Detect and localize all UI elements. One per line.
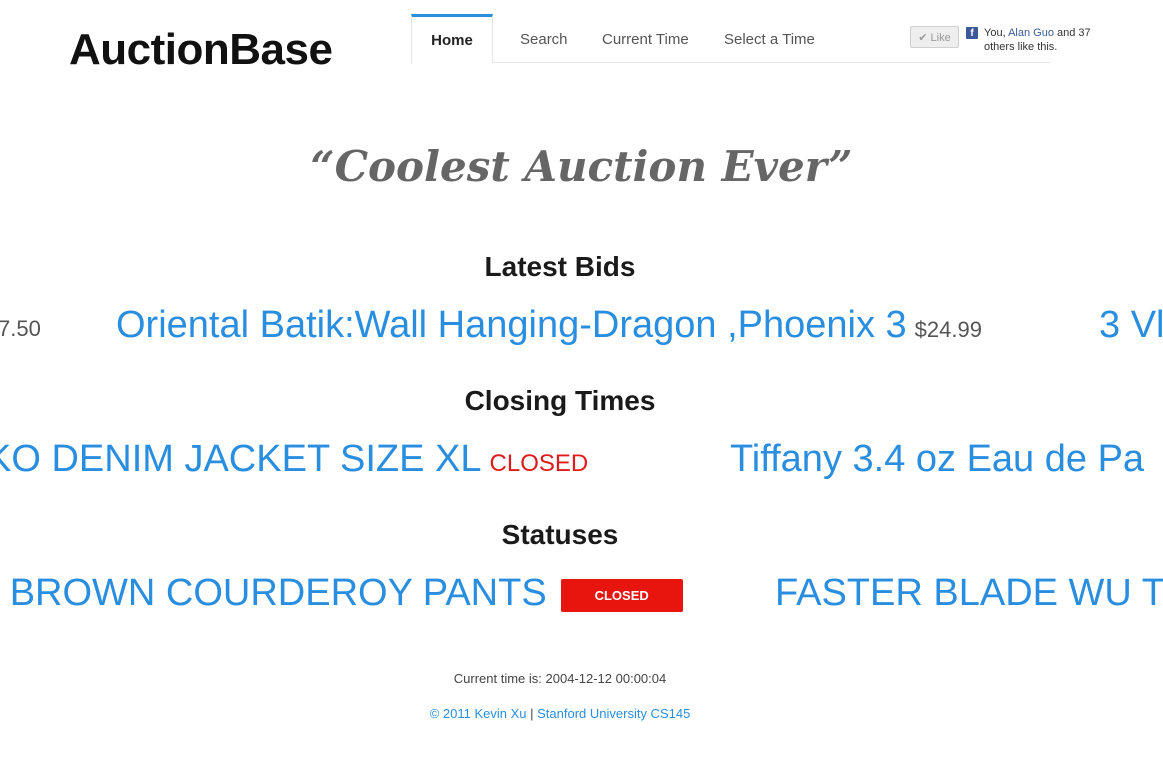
nav-tab-search[interactable]: Search bbox=[520, 14, 568, 62]
nav-tab-current-time[interactable]: Current Time bbox=[602, 14, 689, 62]
bid-price: $24.99 bbox=[914, 317, 982, 342]
university-link[interactable]: Stanford University CS145 bbox=[537, 706, 690, 721]
like-summary: You, Alan Guo and 37 others like this. bbox=[984, 26, 1114, 54]
nav-tab-home[interactable]: Home bbox=[411, 14, 493, 63]
bid-price: 7.50 bbox=[0, 316, 41, 341]
item-link[interactable]: 3 Vl bbox=[1099, 304, 1163, 346]
item-link[interactable]: KO DENIM JACKET SIZE XL bbox=[0, 438, 482, 480]
ticker-item: 2 BROWN COURDEROY PANTS CLOSED bbox=[0, 568, 683, 618]
closing-times-ticker: KO DENIM JACKET SIZE XL CLOSED Tiffany 3.… bbox=[0, 434, 1163, 484]
statuses-ticker: 2 BROWN COURDEROY PANTS CLOSED FASTER BLA… bbox=[0, 568, 1163, 618]
ticker-item: FASTER BLADE WU T bbox=[775, 568, 1163, 618]
like-button[interactable]: ✔ Like bbox=[910, 26, 959, 48]
item-link[interactable]: FASTER BLADE WU T bbox=[775, 572, 1163, 614]
like-prefix: You, bbox=[984, 27, 1009, 39]
nav-tab-select-time[interactable]: Select a Time bbox=[724, 14, 815, 62]
ticker-item: Oriental Batik:Wall Hanging-Dragon ,Phoe… bbox=[116, 300, 982, 350]
latest-bids-heading: Latest Bids bbox=[484, 251, 636, 282]
current-time-text: Current time is: 2004-12-12 00:00:04 bbox=[453, 671, 667, 686]
facebook-like-widget: ✔ Like f You, Alan Guo and 37 others lik… bbox=[910, 26, 1110, 58]
like-friend-link[interactable]: Alan Guo bbox=[1008, 27, 1054, 39]
closing-times-heading: Closing Times bbox=[464, 385, 656, 416]
status-badge: CLOSED bbox=[560, 579, 683, 613]
item-link[interactable]: Oriental Batik:Wall Hanging-Dragon ,Phoe… bbox=[116, 304, 907, 346]
item-link[interactable]: 2 BROWN COURDEROY PANTS bbox=[0, 572, 547, 614]
ticker-item: KO DENIM JACKET SIZE XL CLOSED bbox=[0, 434, 588, 484]
brand-logo[interactable]: AuctionBase bbox=[69, 24, 333, 76]
ticker-item: 7.50 bbox=[0, 304, 41, 350]
latest-bids-ticker: 7.50 Oriental Batik:Wall Hanging-Dragon … bbox=[0, 300, 1163, 350]
statuses-heading: Statuses bbox=[501, 519, 619, 550]
footer-credit: © 2011 Kevin Xu | Stanford University CS… bbox=[0, 706, 1120, 721]
copyright-link[interactable]: © 2011 Kevin Xu bbox=[430, 706, 527, 721]
footer-separator: | bbox=[530, 706, 534, 721]
ticker-item: 3 Vl bbox=[1099, 300, 1163, 350]
closed-label: CLOSED bbox=[489, 450, 589, 477]
item-link[interactable]: Tiffany 3.4 oz Eau de Pa bbox=[730, 438, 1144, 480]
page: AuctionBase Home Search Current Time Sel… bbox=[0, 0, 1163, 779]
ticker-item: Tiffany 3.4 oz Eau de Pa bbox=[730, 434, 1144, 484]
facebook-icon: f bbox=[966, 27, 978, 39]
tagline: “Coolest Auction Ever” bbox=[310, 142, 853, 191]
